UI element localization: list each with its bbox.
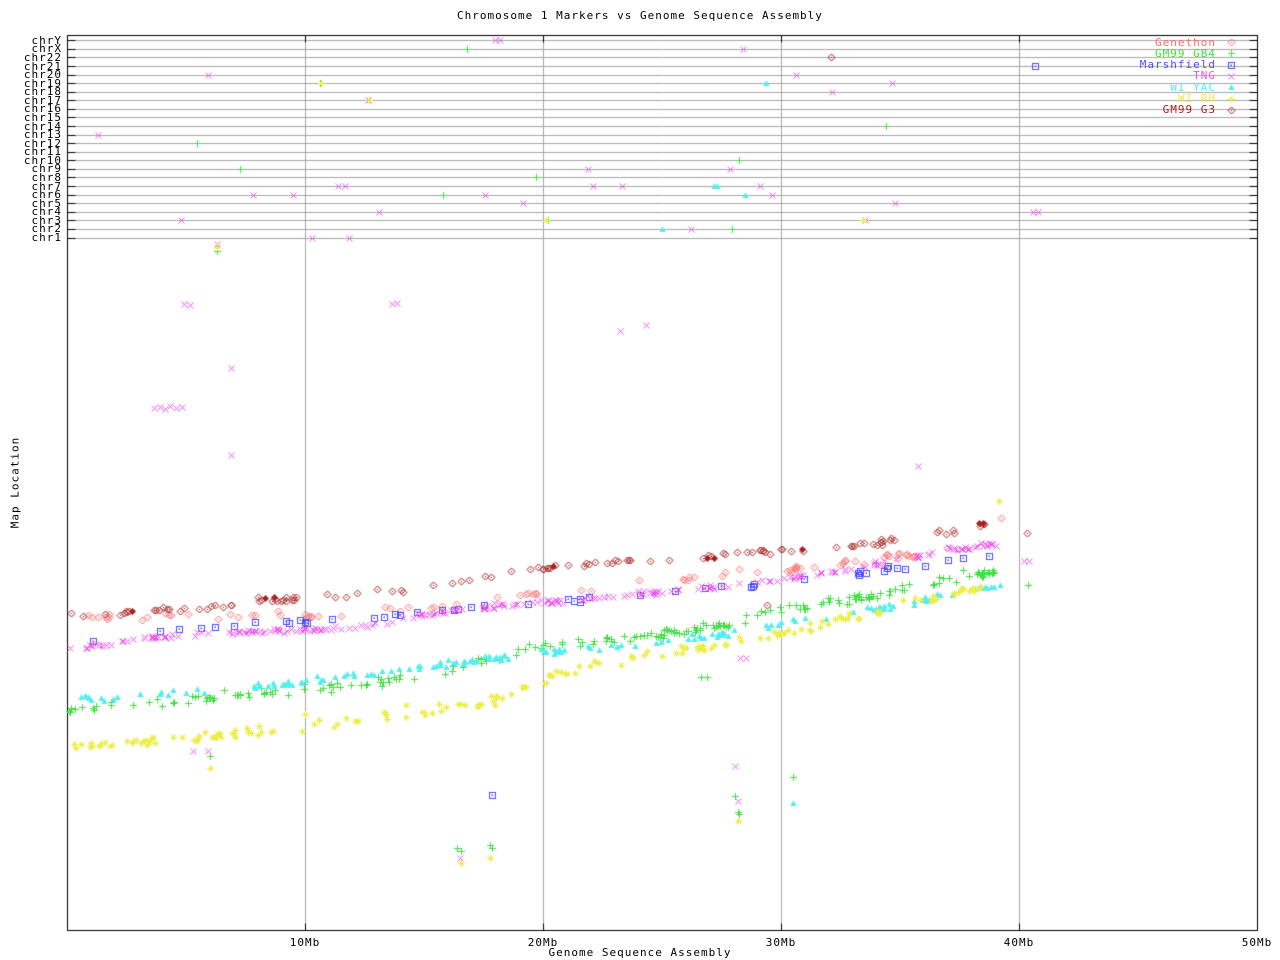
legend-item-marshfield: Marshfield bbox=[996, 59, 1216, 70]
x-tick-20Mb: 20Mb bbox=[513, 936, 573, 949]
chrom-label-chr1: chr1 bbox=[2, 233, 62, 242]
legend-item-genethon: Genethon bbox=[996, 37, 1216, 48]
x-tick-10Mb: 10Mb bbox=[275, 936, 335, 949]
legend-item-gm99-g3: GM99 G3 bbox=[996, 104, 1216, 115]
legend-item-tng: TNG bbox=[996, 70, 1216, 81]
x-axis-label: Genome Sequence Assembly bbox=[0, 946, 1280, 959]
x-tick-30Mb: 30Mb bbox=[751, 936, 811, 949]
x-tick-40Mb: 40Mb bbox=[989, 936, 1049, 949]
y-axis-label: Map Location bbox=[9, 428, 22, 538]
chart-title: Chromosome 1 Markers vs Genome Sequence … bbox=[0, 9, 1280, 22]
x-tick-50Mb: 50Mb bbox=[1227, 936, 1280, 949]
scatter-plot-canvas bbox=[0, 0, 1280, 960]
plot-stage: Chromosome 1 Markers vs Genome Sequence … bbox=[0, 0, 1280, 960]
